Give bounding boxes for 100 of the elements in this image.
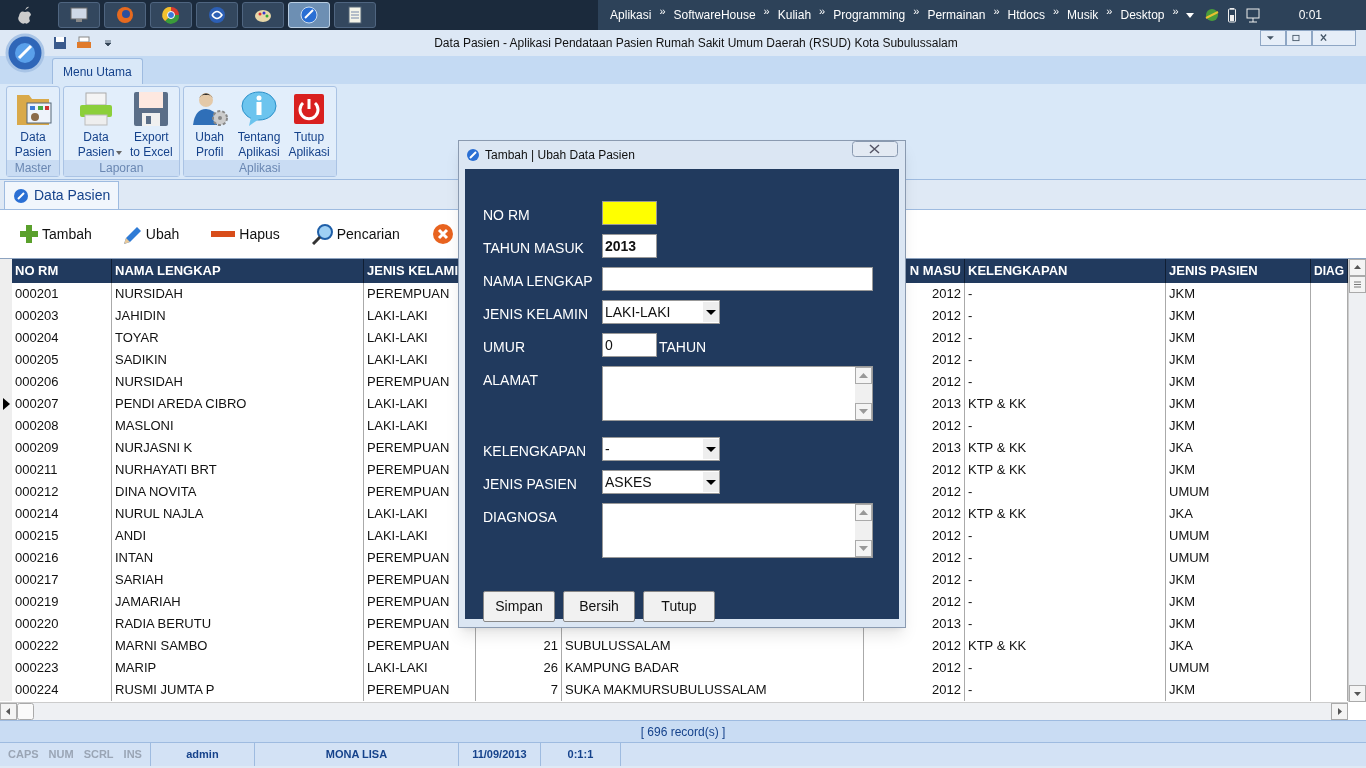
toolbar-link[interactable]: Aplikasi — [608, 6, 654, 24]
group-label: Laporan — [64, 160, 179, 176]
table-cell-text: 2012 — [932, 351, 961, 370]
table-cell-text: 7 — [550, 681, 558, 700]
field-label: KELENGKAPAN — [483, 442, 588, 461]
column-header[interactable]: N MASU — [909, 261, 961, 281]
taskbar-button[interactable] — [150, 2, 192, 28]
table-cell-text: 000209 — [15, 439, 59, 458]
ribbon-button[interactable]: Export to Excel — [126, 87, 177, 160]
column-header[interactable]: KELENGKAPAN — [968, 261, 1068, 281]
table-cell-text: 000208 — [15, 417, 59, 436]
vertical-scrollbar[interactable] — [1348, 259, 1366, 702]
scroll-thumb-icon[interactable] — [17, 703, 34, 720]
scroll-right-icon[interactable] — [1331, 703, 1348, 720]
table-cell-text: JKM — [1169, 571, 1195, 590]
toolbar-button[interactable]: Ubah — [123, 223, 192, 245]
document-tab[interactable]: Data Pasien — [4, 181, 120, 209]
input-field[interactable]: 2013 — [602, 234, 657, 258]
battery-icon[interactable] — [1226, 6, 1237, 24]
toolbar-link[interactable]: SoftwareHouse — [671, 6, 758, 24]
table-cell-text: NURJASNI K — [115, 439, 193, 458]
taskbar-button[interactable] — [334, 2, 376, 28]
table-cell-text: KTP & KK — [968, 505, 1027, 524]
dropdown[interactable]: ASKES — [602, 470, 720, 494]
table-cell-text: PEREMPUAN — [367, 571, 450, 590]
ribbon-button[interactable]: Tentang Aplikasi — [233, 87, 285, 160]
caret-icon[interactable] — [1184, 10, 1195, 20]
scroll-up-icon[interactable] — [1349, 259, 1366, 276]
dropdown[interactable]: - — [602, 437, 720, 461]
minus-icon — [211, 231, 236, 237]
save-icon[interactable] — [52, 35, 68, 51]
table-cell-text: UMUM — [1169, 549, 1210, 568]
input-field[interactable]: 0 — [602, 333, 657, 357]
taskbar-button[interactable] — [242, 2, 284, 28]
close-button[interactable] — [852, 141, 898, 157]
field-label: JENIS PASIEN — [483, 475, 578, 494]
ribbon-button[interactable]: Data Pasien — [9, 87, 57, 160]
column-header[interactable]: NO RM — [15, 261, 59, 281]
dialog-title: Tambah | Ubah Data Pasien — [485, 147, 635, 164]
table-cell-text: PEREMPUAN — [367, 549, 450, 568]
group-label: Aplikasi — [183, 160, 336, 176]
column-header[interactable]: JENIS PASIEN — [1169, 261, 1258, 281]
column-header[interactable]: NAMA LENGKAP — [115, 261, 221, 281]
table-cell-text: RUSMI JUMTA P — [115, 681, 215, 700]
table-cell-text: JKA — [1169, 637, 1193, 656]
table-cell-text: LAKI-LAKI — [367, 527, 428, 546]
dropdown[interactable]: LAKI-LAKI — [602, 300, 720, 324]
table-cell-text: JKA — [1169, 505, 1193, 524]
column-header[interactable]: JENIS KELAMI — [367, 261, 458, 281]
customize-icon[interactable] — [104, 39, 112, 47]
ribbon-button[interactable]: Tutup Aplikasi — [284, 87, 334, 160]
table-cell-text: 000203 — [15, 307, 59, 326]
table-cell-text: JKM — [1169, 615, 1195, 634]
column-header[interactable]: DIAG — [1314, 262, 1344, 280]
dialog-button[interactable]: Tutup — [643, 591, 715, 622]
table-cell-text: 000216 — [15, 549, 59, 568]
toolbar-button[interactable]: Tambah — [20, 223, 104, 245]
taskbar-button[interactable] — [58, 2, 100, 28]
scroll-left-icon[interactable] — [0, 703, 17, 720]
cancel-icon — [431, 223, 454, 245]
table-cell-text: UMUM — [1169, 483, 1210, 502]
table-cell-text: 2012 — [932, 637, 961, 656]
scroll-down-icon[interactable] — [1349, 685, 1366, 702]
print-icon[interactable] — [76, 35, 92, 51]
table-cell-text: JKM — [1169, 395, 1195, 414]
close-button[interactable] — [1312, 30, 1356, 46]
toolbar-link[interactable]: Permainan — [925, 6, 988, 24]
table-cell-text: 2012 — [932, 527, 961, 546]
ribbon-tab[interactable]: Menu Utama — [52, 58, 143, 84]
input-field[interactable] — [602, 267, 873, 291]
table-cell-text: 2013 — [932, 395, 961, 414]
toolbar-link[interactable]: Desktop — [1118, 6, 1167, 24]
input-field[interactable] — [602, 201, 657, 225]
table-cell-text: 2013 — [932, 439, 961, 458]
key-indicator: SCRL — [83, 747, 114, 763]
ribbon-button[interactable]: Data Pasien — [66, 87, 126, 160]
taskbar-button[interactable] — [196, 2, 238, 28]
table-cell-text: KTP & KK — [968, 439, 1027, 458]
window-title: Data Pasien - Aplikasi Pendataan Pasien Rumah Sakit Umum Daerah (RSUD) Kota Subulussalam — [433, 35, 959, 52]
table-cell-text: TOYAR — [115, 329, 159, 348]
maximize-button[interactable] — [1286, 30, 1312, 46]
dialog-button[interactable]: Bersih — [563, 591, 635, 622]
table-cell-text: PEREMPUAN — [367, 637, 450, 656]
toolbar-link[interactable]: Programming — [831, 6, 908, 24]
table-cell-text: LAKI-LAKI — [367, 505, 428, 524]
table-cell-text: 000204 — [15, 329, 59, 348]
toolbar-link[interactable]: Musik — [1065, 6, 1101, 24]
minimize-button[interactable] — [1260, 30, 1286, 46]
display-icon[interactable] — [1244, 6, 1261, 24]
scroll-thumb-icon[interactable] — [1349, 276, 1366, 293]
dialog-button[interactable]: Simpan — [483, 591, 555, 622]
record-count: [ 696 record(s) ] — [640, 723, 726, 741]
toolbar-button[interactable]: Pencarian — [311, 223, 412, 245]
toolbar-link[interactable]: Htdocs — [1005, 6, 1047, 24]
horizontal-scrollbar[interactable] — [0, 702, 1348, 720]
app-icon — [298, 4, 320, 26]
toolbar-button[interactable]: Hapus — [211, 223, 292, 245]
toolbar-link[interactable]: Kuliah — [775, 6, 814, 24]
toolbar-button[interactable] — [431, 223, 454, 245]
ribbon-button[interactable]: Ubah Profil — [185, 87, 234, 160]
